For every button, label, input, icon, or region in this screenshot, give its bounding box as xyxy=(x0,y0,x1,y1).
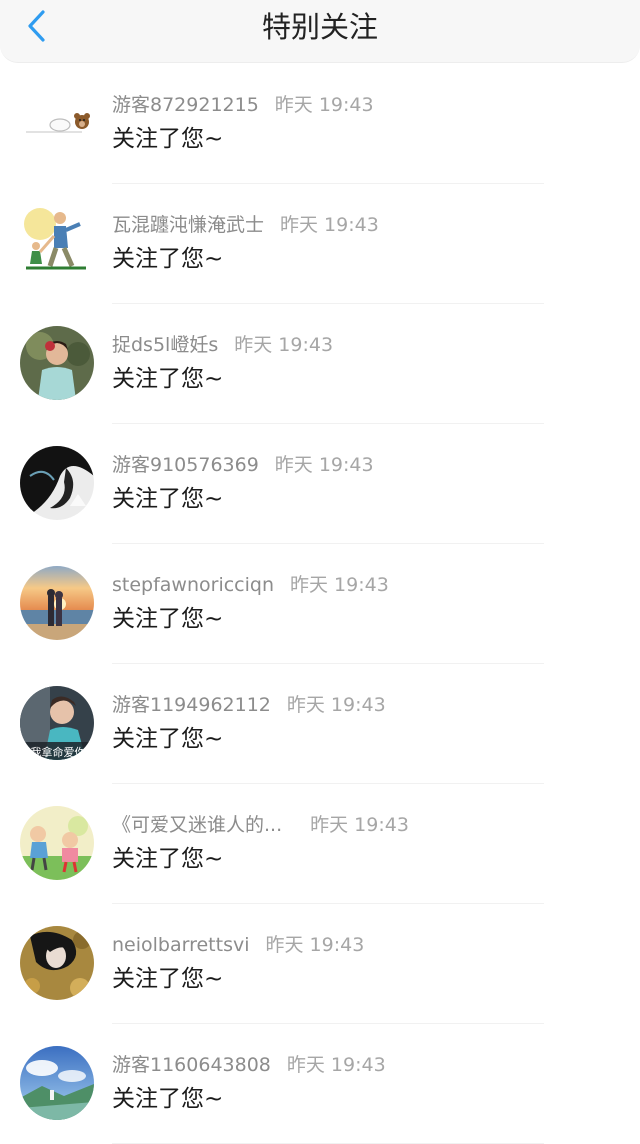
timestamp: 昨天 19:43 xyxy=(290,574,389,596)
notification-row[interactable]: 瓦混躔沌慊淹武士 昨天 19:43 关注了您~ xyxy=(0,184,640,304)
notification-message: 关注了您~ xyxy=(112,846,224,872)
woman-leaves-avatar[interactable] xyxy=(20,926,94,1000)
timestamp: 昨天 19:43 xyxy=(274,454,374,476)
back-button[interactable] xyxy=(14,6,58,50)
avatar-caption: 我拿命爱你 xyxy=(31,745,86,759)
chevron-left-icon xyxy=(25,9,47,47)
notification-message: 关注了您~ xyxy=(112,126,224,152)
notification-row[interactable]: 《可爱又迷谁人的... 昨天 19:43 关注了您~ xyxy=(0,784,640,904)
notification-message: 关注了您~ xyxy=(112,726,224,752)
user-name[interactable]: neiolbarrettsvi xyxy=(112,934,250,956)
user-name[interactable]: 《可爱又迷谁人的... xyxy=(112,814,282,836)
person-text-avatar[interactable]: 我拿命爱你 xyxy=(20,686,94,760)
landscape-avatar[interactable] xyxy=(20,1046,94,1120)
user-name[interactable]: 游客1194962112 xyxy=(112,694,271,716)
notification-row[interactable]: 我拿命爱你 游客1194962112 昨天 19:43 关注了您~ xyxy=(0,664,640,784)
top-nav-bar: 特别关注 xyxy=(0,0,640,63)
notification-message: 关注了您~ xyxy=(112,366,224,392)
timestamp: 昨天 19:43 xyxy=(286,694,386,716)
beach-sunset-couple-avatar[interactable] xyxy=(20,566,94,640)
parent-child-illustration-avatar[interactable] xyxy=(20,206,94,280)
timestamp: 昨天 19:43 xyxy=(310,814,409,836)
user-name[interactable]: stepfawnoricciqn xyxy=(112,574,274,596)
notification-row[interactable]: 游客1160643808 昨天 19:43 关注了您~ xyxy=(0,1024,640,1144)
user-name[interactable]: 瓦混躔沌慊淹武士 xyxy=(112,214,264,236)
notification-message: 关注了您~ xyxy=(112,246,224,272)
cartoon-kids-avatar[interactable] xyxy=(20,806,94,880)
user-name[interactable]: 游客872921215 xyxy=(112,94,259,116)
notification-message: 关注了您~ xyxy=(112,486,224,512)
notification-row[interactable]: stepfawnoricciqn 昨天 19:43 关注了您~ xyxy=(0,544,640,664)
notification-message: 关注了您~ xyxy=(112,966,224,992)
notification-message: 关注了您~ xyxy=(112,606,224,632)
notification-row[interactable]: 捉ds5l嶝妊s 昨天 19:43 关注了您~ xyxy=(0,304,640,424)
notification-row[interactable]: 游客872921215 昨天 19:43 关注了您~ xyxy=(0,64,640,184)
timestamp: 昨天 19:43 xyxy=(265,934,365,956)
page-title: 特别关注 xyxy=(261,10,378,44)
notification-message: 关注了您~ xyxy=(112,1086,224,1112)
timestamp: 昨天 19:43 xyxy=(234,334,334,356)
user-name[interactable]: 游客910576369 xyxy=(112,454,259,476)
notification-list: 游客872921215 昨天 19:43 关注了您~ 瓦混躔沌慊淹武士 昨天 19:… xyxy=(0,64,640,1144)
timestamp: 昨天 19:43 xyxy=(286,1054,386,1076)
girl-portrait-avatar[interactable] xyxy=(20,326,94,400)
notification-row[interactable]: 游客910576369 昨天 19:43 关注了您~ xyxy=(0,424,640,544)
user-name[interactable]: 游客1160643808 xyxy=(112,1054,271,1076)
bear-banner-avatar[interactable] xyxy=(20,86,94,160)
user-name[interactable]: 捉ds5l嶝妊s xyxy=(112,334,218,356)
ink-art-avatar[interactable] xyxy=(20,446,94,520)
timestamp: 昨天 19:43 xyxy=(274,94,374,116)
notification-row[interactable]: neiolbarrettsvi 昨天 19:43 关注了您~ xyxy=(0,904,640,1024)
timestamp: 昨天 19:43 xyxy=(280,214,379,236)
